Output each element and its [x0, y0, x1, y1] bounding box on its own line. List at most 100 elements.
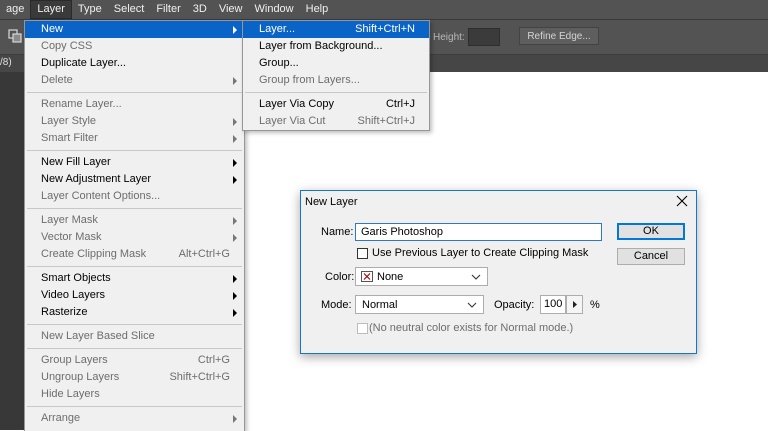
menu-item-label: Group...	[259, 57, 299, 69]
height-label: Height:	[433, 32, 465, 43]
submenu-item-layer-from-background[interactable]: Layer from Background...	[243, 38, 429, 55]
ok-button[interactable]: OK	[617, 223, 685, 240]
menu-item-label: Copy CSS	[41, 40, 93, 52]
chevron-right-icon	[233, 26, 237, 34]
menu-item-shortcut: Ctrl+G	[197, 354, 230, 366]
menu-item-label: Group from Layers...	[259, 74, 360, 86]
menu-item-label: Smart Objects	[41, 272, 111, 284]
menu-item-copy-css[interactable]: Copy CSS	[25, 38, 244, 55]
menu-item-rasterize[interactable]: Rasterize	[25, 304, 244, 321]
menu-window[interactable]: Window	[249, 0, 300, 19]
cancel-button[interactable]: Cancel	[617, 248, 685, 265]
menu-item-shortcut: Shift+Ctrl+N	[355, 23, 415, 35]
height-input[interactable]	[468, 28, 500, 46]
chevron-right-icon	[233, 135, 237, 143]
chevron-right-icon	[233, 292, 237, 300]
menu-item-label: Layer Via Cut	[259, 115, 326, 127]
move-arrange-icon[interactable]	[8, 29, 22, 43]
document-tab-title[interactable]: /8)	[0, 57, 12, 68]
menu-item-layer-style[interactable]: Layer Style	[25, 113, 244, 130]
menu-item-new-layer-based-slice[interactable]: New Layer Based Slice	[25, 328, 244, 345]
menu-item-new[interactable]: New	[25, 21, 244, 38]
opacity-label: Opacity:	[494, 299, 535, 311]
menu-item-hide-layers[interactable]: Hide Layers	[25, 386, 244, 403]
submenu-item-group-from-layers[interactable]: Group from Layers...	[243, 72, 429, 89]
close-icon[interactable]	[674, 193, 690, 209]
clipping-mask-checkbox[interactable]	[357, 248, 368, 259]
menu-item-label: New	[41, 23, 64, 35]
menu-item-duplicate-layer[interactable]: Duplicate Layer...	[25, 55, 244, 72]
menu-view[interactable]: View	[213, 0, 249, 19]
menu-item-arrange[interactable]: Arrange	[25, 410, 244, 427]
menu-item-label: Arrange	[41, 412, 81, 424]
chevron-right-icon	[233, 415, 237, 423]
submenu-item-layer[interactable]: Layer... Shift+Ctrl+N	[243, 21, 429, 38]
name-label: Name:	[321, 226, 354, 238]
chevron-right-icon	[233, 159, 237, 167]
new-submenu: Layer... Shift+Ctrl+N Layer from Backgroun…	[242, 20, 430, 131]
mode-value: Normal	[362, 299, 398, 311]
menu-item-vector-mask[interactable]: Vector Mask	[25, 229, 244, 246]
menu-item-label: Video Layers	[41, 289, 106, 301]
menu-3d[interactable]: 3D	[187, 0, 213, 19]
menu-item-delete[interactable]: Delete	[25, 72, 244, 89]
chevron-right-icon	[573, 301, 577, 308]
menu-item-label: New Layer Based Slice	[41, 330, 155, 342]
menu-bar: age Layer Type Select Filter 3D View Window Help	[0, 0, 768, 20]
menu-separator	[27, 324, 242, 325]
menu-item-label: Smart Filter	[41, 132, 98, 144]
neutral-color-checkbox[interactable]	[357, 323, 368, 334]
menu-help[interactable]: Help	[300, 0, 335, 19]
new-layer-dialog: New Layer Name: Garis Photoshop Use Prev…	[300, 190, 697, 354]
chevron-down-icon	[467, 302, 477, 308]
menu-item-create-clipping-mask[interactable]: Create Clipping Mask Alt+Ctrl+G	[25, 246, 244, 263]
menu-item-new-fill-layer[interactable]: New Fill Layer	[25, 154, 244, 171]
mode-select[interactable]: Normal	[355, 295, 484, 314]
menu-item-video-layers[interactable]: Video Layers	[25, 287, 244, 304]
menu-item-label: New Adjustment Layer	[41, 173, 152, 185]
refine-edge-button[interactable]: Refine Edge...	[519, 27, 599, 45]
menu-type[interactable]: Type	[72, 0, 108, 19]
menu-item-smart-objects[interactable]: Smart Objects	[25, 270, 244, 287]
menu-item-label: Layer...	[259, 23, 296, 35]
menu-item-label: Ungroup Layers	[41, 371, 120, 383]
menu-separator	[27, 150, 242, 151]
opacity-input[interactable]: 100	[540, 295, 566, 314]
menu-layer[interactable]: Layer	[30, 0, 72, 19]
layer-menu: New Copy CSS Duplicate Layer... Delete Renam…	[24, 20, 245, 431]
chevron-right-icon	[233, 275, 237, 283]
submenu-item-layer-via-copy[interactable]: Layer Via Copy Ctrl+J	[243, 96, 429, 113]
menu-item-label: Hide Layers	[41, 388, 100, 400]
menu-item-label: Vector Mask	[41, 231, 102, 243]
menu-separator	[27, 406, 242, 407]
menu-item-smart-filter[interactable]: Smart Filter	[25, 130, 244, 147]
menu-item-layer-mask[interactable]: Layer Mask	[25, 212, 244, 229]
menu-item-layer-content-options[interactable]: Layer Content Options...	[25, 188, 244, 205]
menu-item-new-adjustment-layer[interactable]: New Adjustment Layer	[25, 171, 244, 188]
menu-item-group-layers[interactable]: Group Layers Ctrl+G	[25, 352, 244, 369]
menu-item-rename-layer[interactable]: Rename Layer...	[25, 96, 244, 113]
menu-age[interactable]: age	[0, 0, 30, 19]
submenu-item-layer-via-cut[interactable]: Layer Via Cut Shift+Ctrl+J	[243, 113, 429, 130]
menu-item-shortcut: Alt+Ctrl+G	[178, 248, 230, 260]
menu-separator	[27, 266, 242, 267]
menu-item-label: Delete	[41, 74, 73, 86]
menu-item-label: Layer Content Options...	[41, 190, 161, 202]
color-select[interactable]: None	[355, 267, 488, 286]
layer-name-input[interactable]: Garis Photoshop	[355, 223, 602, 241]
menu-filter[interactable]: Filter	[150, 0, 186, 19]
menu-item-label: Rasterize	[41, 306, 88, 318]
menu-item-label: Layer Style	[41, 115, 97, 127]
chevron-right-icon	[233, 176, 237, 184]
color-label: Color:	[325, 271, 355, 283]
submenu-item-group[interactable]: Group...	[243, 55, 429, 72]
menu-item-label: Layer Mask	[41, 214, 98, 226]
menu-item-label: Create Clipping Mask	[41, 248, 147, 260]
menu-item-ungroup-layers[interactable]: Ungroup Layers Shift+Ctrl+G	[25, 369, 244, 386]
chevron-right-icon	[233, 234, 237, 242]
menu-select[interactable]: Select	[108, 0, 151, 19]
menu-item-label: Rename Layer...	[41, 98, 122, 110]
color-value: None	[377, 271, 404, 283]
menu-separator	[27, 92, 242, 93]
opacity-slider-button[interactable]	[566, 295, 583, 314]
